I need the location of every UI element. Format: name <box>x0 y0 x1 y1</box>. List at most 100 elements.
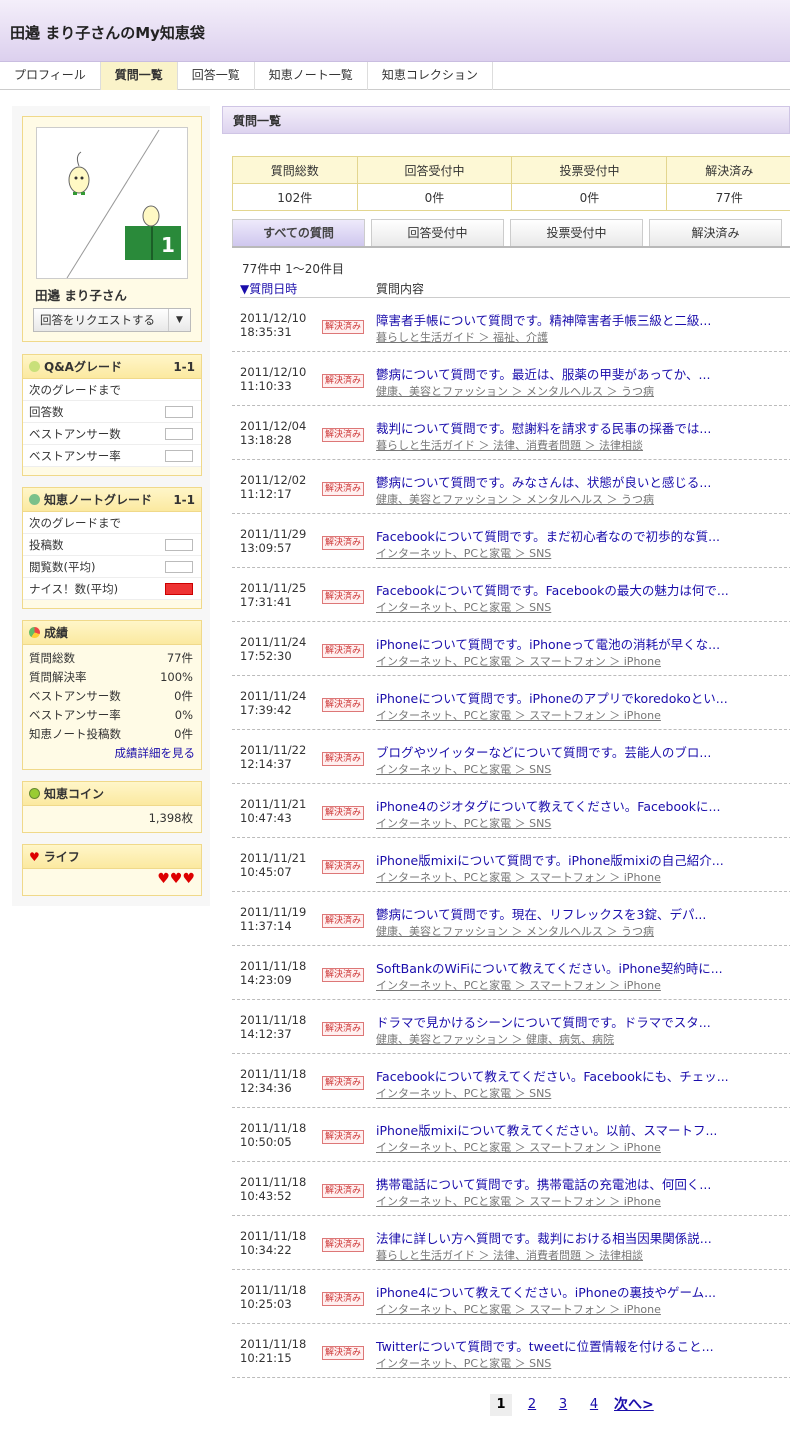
results-row: 質問総数 77件 <box>29 649 195 668</box>
question-category-link[interactable]: インターネット、PCと家電 ＞ スマートフォン ＞ iPhone <box>376 1301 661 1317</box>
question-datetime: 2011/11/18 10:25:03 <box>240 1283 306 1311</box>
question-title-link[interactable]: iPhone版mixiについて教えてください。以前、スマートフ... <box>376 1120 717 1139</box>
question-category-link[interactable]: 暮らしと生活ガイド ＞ 福祉、介護 <box>376 329 548 345</box>
table-row: 2011/11/18 10:34:22 解決済み 法律に詳しい方へ質問です。裁判におけ… <box>232 1216 790 1270</box>
question-title-link[interactable]: ドラマで見かけるシーンについて質問です。ドラマでスタ... <box>376 1012 711 1031</box>
question-category-link[interactable]: インターネット、PCと家電 ＞ SNS <box>376 1355 551 1371</box>
question-title-link[interactable]: 鬱病について質問です。現在、リフレックスを3錠、デパ... <box>376 904 706 923</box>
question-title-link[interactable]: 障害者手帳について質問です。精神障害者手帳三級と二級... <box>376 310 711 329</box>
question-category-link[interactable]: 健康、美容とファッション ＞ メンタルヘルス ＞ うつ病 <box>376 491 654 507</box>
question-category-link[interactable]: インターネット、PCと家電 ＞ スマートフォン ＞ iPhone <box>376 869 661 885</box>
question-category-link[interactable]: インターネット、PCと家電 ＞ スマートフォン ＞ iPhone <box>376 1193 661 1209</box>
question-title-link[interactable]: 法律に詳しい方へ質問です。裁判における相当因果関係説... <box>376 1228 712 1247</box>
question-datetime: 2011/11/18 10:50:05 <box>240 1121 306 1149</box>
question-list: 2011/12/10 18:35:31 解決済み 障害者手帳について質問です。精神障害… <box>232 298 790 1378</box>
grade-icon <box>29 361 40 372</box>
filter-tab-open[interactable]: 回答受付中 <box>371 219 504 246</box>
question-title-link[interactable]: 鬱病について質問です。最近は、服薬の甲斐があってか、... <box>376 364 710 383</box>
page-3[interactable]: 3 <box>552 1394 574 1416</box>
note-grade-title: 知恵ノートグレード <box>44 493 153 507</box>
question-category-link[interactable]: 健康、美容とファッション ＞ メンタルヘルス ＞ うつ病 <box>376 923 654 939</box>
tab-profile[interactable]: プロフィール <box>0 62 101 90</box>
tab-questions[interactable]: 質問一覧 <box>100 62 178 90</box>
next-page-link[interactable]: 次へ> <box>614 1394 654 1416</box>
question-title-link[interactable]: iPhone4のジオタグについて教えてください。Facebookに... <box>376 796 720 815</box>
avatar[interactable]: 1 <box>36 127 188 279</box>
question-title-link[interactable]: 裁判について質問です。慰謝料を請求する民事の採番では... <box>376 418 711 437</box>
tab-answers[interactable]: 回答一覧 <box>178 62 255 90</box>
question-date: 2011/11/18 <box>240 959 307 973</box>
filter-tab-resolved[interactable]: 解決済み <box>649 219 782 246</box>
results-label: 質問解決率 <box>29 670 87 684</box>
question-time: 12:34:36 <box>240 1081 292 1095</box>
profile-name: 田邉 まり子さん <box>35 288 127 303</box>
request-answer-button[interactable]: 回答をリクエストする ▼ <box>33 308 191 332</box>
results-box: 成績 質問総数 77件 質問解決率 100% ベストアンサー数 0件 ベストアンサー率… <box>22 620 202 770</box>
question-category-link[interactable]: インターネット、PCと家電 ＞ SNS <box>376 761 551 777</box>
question-category-link[interactable]: インターネット、PCと家電 ＞ スマートフォン ＞ iPhone <box>376 653 661 669</box>
request-answer-label: 回答をリクエストする <box>40 313 155 327</box>
sort-date-link[interactable]: ▼質問日時 <box>240 280 297 297</box>
page-header: 田邉 まり子さんのMy知恵袋 <box>0 0 790 62</box>
question-category-link[interactable]: インターネット、PCと家電 ＞ SNS <box>376 545 551 561</box>
question-title-link[interactable]: Facebookについて質問です。Facebookの最大の魅力は何で... <box>376 580 729 599</box>
question-title-link[interactable]: iPhoneについて質問です。iPhoneのアプリでkoredokoとい... <box>376 688 728 707</box>
question-title-link[interactable]: Facebookについて質問です。まだ初心者なので初歩的な質... <box>376 526 720 545</box>
question-category-link[interactable]: 健康、美容とファッション ＞ メンタルヘルス ＞ うつ病 <box>376 383 654 399</box>
question-category-link[interactable]: インターネット、PCと家電 ＞ SNS <box>376 599 551 615</box>
filter-tab-voting[interactable]: 投票受付中 <box>510 219 643 246</box>
result-count: 77件中 1〜20件目 <box>242 262 344 276</box>
qa-grade-box: Q&Aグレード 1-1 次のグレードまで 回答数 ベストアンサー数 ベストアンサー… <box>22 354 202 476</box>
filter-tab-all[interactable]: すべての質問 <box>232 219 365 246</box>
question-category-link[interactable]: インターネット、PCと家電 ＞ スマートフォン ＞ iPhone <box>376 1139 661 1155</box>
qa-best-count-label: ベストアンサー数 <box>29 427 121 441</box>
question-date: 2011/12/10 <box>240 365 307 379</box>
table-row: 2011/11/18 10:50:05 解決済み iPhone版mixiについて教えて… <box>232 1108 790 1162</box>
question-category-link[interactable]: 健康、美容とファッション ＞ 健康、病気、病院 <box>376 1031 614 1047</box>
question-title-link[interactable]: iPhone4について教えてください。iPhoneの裏技やゲーム... <box>376 1282 716 1301</box>
question-title-link[interactable]: ブログやツイッターなどについて質問です。芸能人のブロ... <box>376 742 711 761</box>
tab-notes[interactable]: 知恵ノート一覧 <box>255 62 368 90</box>
table-row: 2011/11/25 17:31:41 解決済み Facebookについて質問です。F… <box>232 568 790 622</box>
life-box: ♥ ライフ ♥♥♥ <box>22 844 202 896</box>
question-time: 17:39:42 <box>240 703 292 717</box>
results-detail-link[interactable]: 成績詳細を見る <box>115 746 196 760</box>
question-title-link[interactable]: SoftBankのWiFiについて教えてください。iPhone契約時に... <box>376 958 723 977</box>
question-category-link[interactable]: インターネット、PCと家電 ＞ スマートフォン ＞ iPhone <box>376 707 661 723</box>
question-title-link[interactable]: Facebookについて教えてください。Facebookにも、チェッ... <box>376 1066 729 1085</box>
page-4[interactable]: 4 <box>583 1394 605 1416</box>
question-title-link[interactable]: iPhone版mixiについて質問です。iPhone版mixiの自己紹介... <box>376 850 724 869</box>
qa-answer-count-label: 回答数 <box>29 405 64 419</box>
question-datetime: 2011/11/18 10:21:15 <box>240 1337 306 1365</box>
dropdown-arrow-icon[interactable]: ▼ <box>168 309 190 331</box>
note-post-count-row: 投稿数 <box>23 534 201 556</box>
qa-answer-count-row: 回答数 <box>23 401 201 423</box>
tab-collection[interactable]: 知恵コレクション <box>368 62 493 90</box>
question-category-link[interactable]: インターネット、PCと家電 ＞ SNS <box>376 815 551 831</box>
page-2[interactable]: 2 <box>521 1394 543 1416</box>
resolved-badge: 解決済み <box>322 1292 365 1306</box>
table-row: 2011/11/18 14:23:09 解決済み SoftBankのWiFiについて教… <box>232 946 790 1000</box>
question-title-link[interactable]: 携帯電話について質問です。携帯電話の充電池は、何回く... <box>376 1174 711 1193</box>
page-1[interactable]: 1 <box>490 1394 512 1416</box>
question-title-link[interactable]: 鬱病について質問です。みなさんは、状態が良いと感じる... <box>376 472 711 491</box>
table-row: 2011/12/10 11:10:33 解決済み 鬱病について質問です。最近は、服薬の… <box>232 352 790 406</box>
question-date: 2011/12/02 <box>240 473 307 487</box>
question-datetime: 2011/11/25 17:31:41 <box>240 581 306 609</box>
note-next-grade-row: 次のグレードまで <box>23 512 201 534</box>
question-datetime: 2011/11/18 10:43:52 <box>240 1175 306 1203</box>
question-category-link[interactable]: インターネット、PCと家電 ＞ SNS <box>376 1085 551 1101</box>
note-nice-count-bar <box>165 583 193 595</box>
table-row: 2011/12/02 11:12:17 解決済み 鬱病について質問です。みなさんは、状… <box>232 460 790 514</box>
question-category-link[interactable]: インターネット、PCと家電 ＞ スマートフォン ＞ iPhone <box>376 977 661 993</box>
table-row: 2011/11/18 10:43:52 解決済み 携帯電話について質問です。携帯電話の… <box>232 1162 790 1216</box>
note-post-count-label: 投稿数 <box>29 538 64 552</box>
qa-best-count-bar <box>165 428 193 440</box>
question-title-link[interactable]: iPhoneについて質問です。iPhoneって電池の消耗が早くな... <box>376 634 720 653</box>
resolved-badge: 解決済み <box>322 374 365 388</box>
question-category-link[interactable]: 暮らしと生活ガイド ＞ 法律、消費者問題 ＞ 法律相談 <box>376 437 643 453</box>
qa-best-rate-row: ベストアンサー率 <box>23 445 201 467</box>
life-hearts: ♥♥♥ <box>157 871 195 887</box>
question-title-link[interactable]: Twitterについて質問です。tweetに位置情報を付けること... <box>376 1336 714 1355</box>
question-category-link[interactable]: 暮らしと生活ガイド ＞ 法律、消費者問題 ＞ 法律相談 <box>376 1247 643 1263</box>
